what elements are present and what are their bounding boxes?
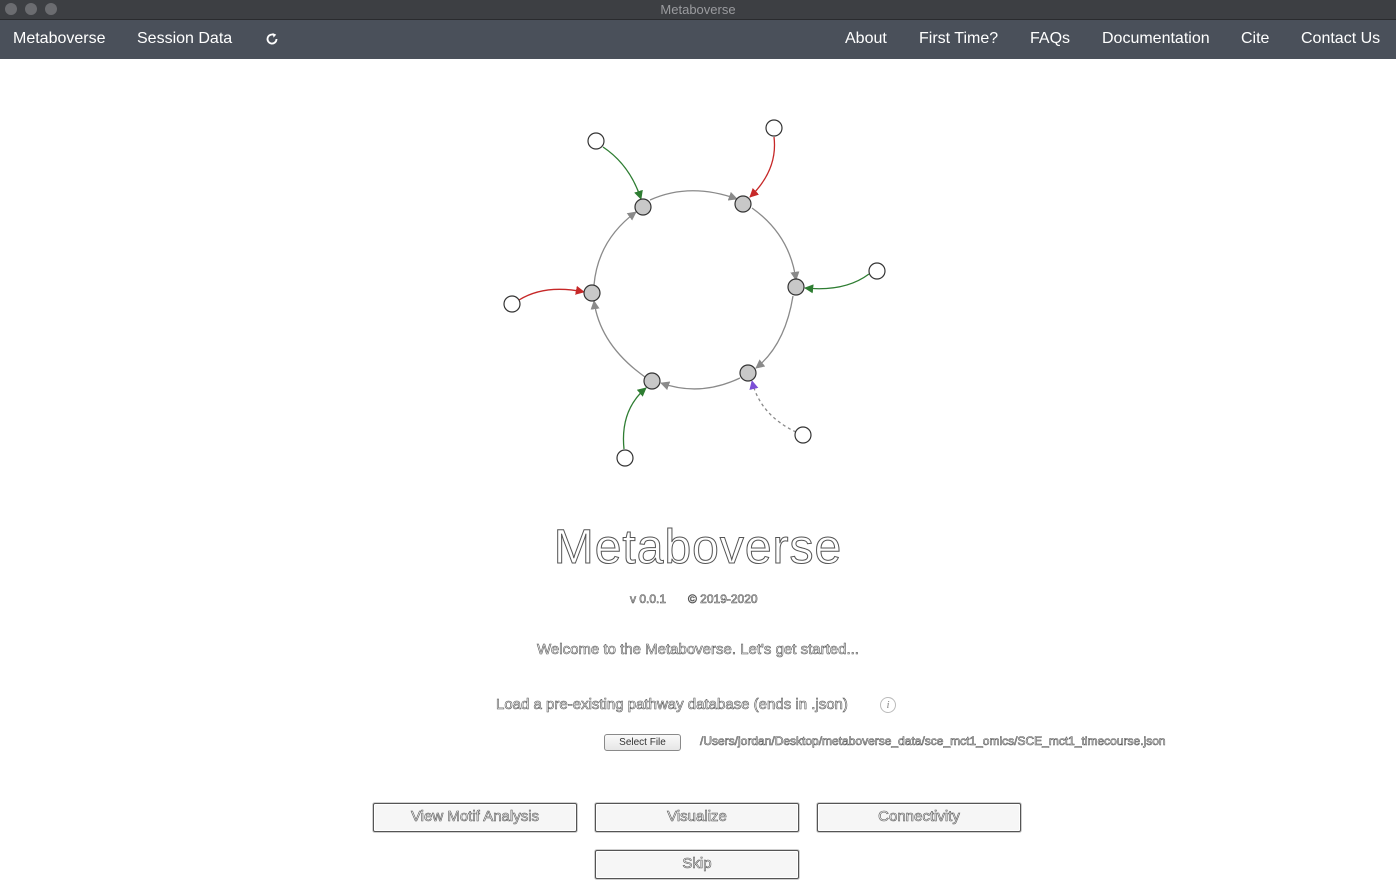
refresh-icon[interactable] xyxy=(264,31,280,47)
outer-node-3 xyxy=(868,262,886,280)
version-label: v 0.0.1 xyxy=(630,592,667,607)
node-2 xyxy=(734,195,752,213)
nav-faqs[interactable]: FAQs xyxy=(1030,30,1070,48)
edge-green-2 xyxy=(804,273,870,294)
node-5 xyxy=(643,372,661,390)
selected-file-path: /Users/jordan/Desktop/metaboverse_data/s… xyxy=(700,734,1166,749)
top-navbar: Metaboverse Session Data About First Tim… xyxy=(0,20,1396,59)
window-titlebar: Metaboverse xyxy=(0,0,1396,20)
outer-node-5 xyxy=(616,449,634,467)
outer-nodes xyxy=(503,119,886,467)
nav-contact-us[interactable]: Contact Us xyxy=(1301,30,1380,48)
node-6 xyxy=(583,284,601,302)
edge-red-2 xyxy=(518,285,585,301)
node-3 xyxy=(787,278,805,296)
node-4 xyxy=(739,364,757,382)
copyright-label: © 2019-2020 xyxy=(688,592,758,607)
nav-documentation[interactable]: Documentation xyxy=(1102,30,1210,48)
view-motif-analysis-button[interactable]: View Motif Analysis xyxy=(373,803,577,832)
app-title: Metaboverse xyxy=(553,521,843,575)
edge-purple-dashed xyxy=(749,380,797,433)
connectivity-button[interactable]: Connectivity xyxy=(817,803,1021,832)
nav-first-time[interactable]: First Time? xyxy=(919,30,998,48)
nav-home[interactable]: Metaboverse xyxy=(13,30,106,48)
cycle-edges xyxy=(590,190,800,391)
skip-button[interactable]: Skip xyxy=(595,850,799,879)
outer-node-4 xyxy=(794,426,812,444)
info-icon[interactable]: i xyxy=(880,697,896,713)
window-title: Metaboverse xyxy=(660,2,736,17)
nav-cite[interactable]: Cite xyxy=(1241,30,1269,48)
edge-green-3 xyxy=(622,387,647,450)
select-file-button[interactable]: Select File xyxy=(604,734,681,751)
edge-green-1 xyxy=(602,146,643,200)
outer-node-1 xyxy=(587,132,605,150)
nav-session-data[interactable]: Session Data xyxy=(137,30,232,48)
outer-node-6 xyxy=(503,295,521,313)
node-1 xyxy=(634,198,652,216)
motif-network-graphic xyxy=(503,119,886,467)
nav-about[interactable]: About xyxy=(845,30,887,48)
load-database-label: Load a pre-existing pathway database (en… xyxy=(496,696,848,714)
visualize-button[interactable]: Visualize xyxy=(595,803,799,832)
welcome-message: Welcome to the Metaboverse. Let's get st… xyxy=(537,641,860,659)
edge-red-1 xyxy=(749,136,776,198)
outer-node-2 xyxy=(765,119,783,137)
